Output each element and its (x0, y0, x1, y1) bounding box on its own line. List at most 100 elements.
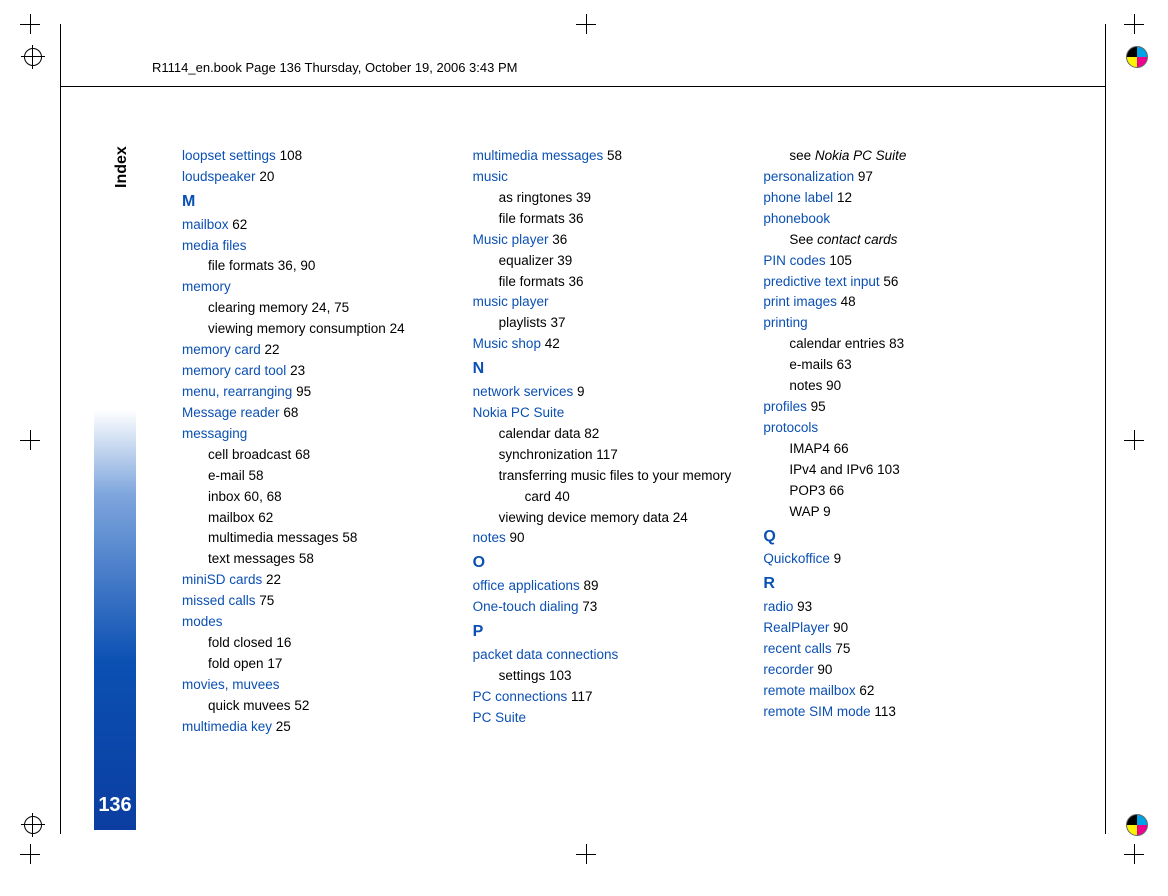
index-col-3: see Nokia PC Suite personalization 97 ph… (763, 146, 1042, 738)
idx-recorder[interactable]: recorder (763, 662, 813, 677)
idx-predictive-text[interactable]: predictive text input (763, 274, 879, 289)
idx-network-services[interactable]: network services (473, 384, 574, 399)
idx-memory-viewing: viewing memory consumption (208, 321, 386, 336)
pg: 63 (837, 357, 852, 372)
idx-minisd[interactable]: miniSD cards (182, 572, 262, 587)
idx-memory-card-tool[interactable]: memory card tool (182, 363, 286, 378)
idx-media-files[interactable]: media files (182, 238, 247, 253)
pg: 66 (829, 483, 844, 498)
idx-loopset-settings[interactable]: loopset settings (182, 148, 276, 163)
idx-letter-p: P (473, 620, 752, 645)
idx-message-reader[interactable]: Message reader (182, 405, 280, 420)
idx-office-apps[interactable]: office applications (473, 578, 580, 593)
section-tab-index: Index (108, 145, 136, 190)
idx-music[interactable]: music (473, 169, 508, 184)
pg: 90 (826, 378, 841, 393)
idx-notes[interactable]: notes (473, 530, 506, 545)
pg: 103 (877, 462, 900, 477)
idx-music-player-lc[interactable]: music player (473, 294, 549, 309)
idx-multimedia-key[interactable]: multimedia key (182, 719, 272, 734)
idx-menu-rearranging[interactable]: menu, rearranging (182, 384, 292, 399)
pg: 42 (545, 336, 560, 351)
pg: 73 (582, 599, 597, 614)
idx-print-notes: notes (789, 378, 822, 393)
idx-letter-o: O (473, 551, 752, 576)
idx-realplayer[interactable]: RealPlayer (763, 620, 829, 635)
idx-printing[interactable]: printing (763, 315, 807, 330)
idx-phonebook[interactable]: phonebook (763, 211, 830, 226)
idx-npc-transfer: transferring music files to your memory … (499, 468, 732, 504)
idx-protocols[interactable]: protocols (763, 420, 818, 435)
pg: 60, 68 (244, 489, 282, 504)
idx-packet-data[interactable]: packet data connections (473, 647, 619, 662)
idx-print-emails: e-mails (789, 357, 833, 372)
pg: 62 (258, 510, 273, 525)
pg: 58 (249, 468, 264, 483)
pg: 58 (607, 148, 622, 163)
pg: 9 (577, 384, 585, 399)
pg: 68 (295, 447, 310, 462)
idx-phone-label[interactable]: phone label (763, 190, 833, 205)
idx-nokia-pc-suite[interactable]: Nokia PC Suite (473, 405, 565, 420)
idx-personalization[interactable]: personalization (763, 169, 854, 184)
idx-npc-calendar-data: calendar data (499, 426, 581, 441)
idx-music-player-cap[interactable]: Music player (473, 232, 549, 247)
pg: 40 (555, 489, 570, 504)
idx-print-images[interactable]: print images (763, 294, 837, 309)
idx-modes[interactable]: modes (182, 614, 223, 629)
idx-loudspeaker[interactable]: loudspeaker (182, 169, 256, 184)
pg: 20 (259, 169, 274, 184)
pg: 17 (267, 656, 282, 671)
idx-multimedia-messages[interactable]: multimedia messages (473, 148, 604, 163)
idx-remote-mailbox[interactable]: remote mailbox (763, 683, 855, 698)
pg: 58 (342, 530, 357, 545)
pg: 113 (874, 704, 896, 719)
pg: 39 (557, 253, 572, 268)
idx-pc-connections[interactable]: PC connections (473, 689, 568, 704)
pg: 103 (549, 668, 572, 683)
pg: 22 (266, 572, 281, 587)
pg: 62 (232, 217, 247, 232)
idx-npc-sync: synchronization (499, 447, 593, 462)
idx-music-shop[interactable]: Music shop (473, 336, 541, 351)
pg: 36 (552, 232, 567, 247)
idx-quickoffice[interactable]: Quickoffice (763, 551, 830, 566)
idx-one-touch-dialing[interactable]: One-touch dialing (473, 599, 579, 614)
idx-music-file-formats: file formats (499, 211, 565, 226)
pg: 39 (576, 190, 591, 205)
pg: 36 (568, 274, 583, 289)
idx-equalizer: equalizer (499, 253, 554, 268)
idx-pc-suite[interactable]: PC Suite (473, 710, 526, 725)
idx-mailbox[interactable]: mailbox (182, 217, 229, 232)
pg: 108 (280, 148, 303, 163)
idx-remote-sim-mode[interactable]: remote SIM mode (763, 704, 870, 719)
idx-pin-codes[interactable]: PIN codes (763, 253, 825, 268)
pg: 97 (858, 169, 873, 184)
idx-npc-view-memory: viewing device memory data (499, 510, 669, 525)
idx-msg-email: e-mail (208, 468, 245, 483)
pg: 37 (550, 315, 565, 330)
pg: 58 (299, 551, 314, 566)
idx-memory-clearing: clearing memory (208, 300, 308, 315)
idx-memory-card[interactable]: memory card (182, 342, 261, 357)
idx-messaging[interactable]: messaging (182, 426, 247, 441)
idx-memory[interactable]: memory (182, 279, 231, 294)
idx-missed-calls[interactable]: missed calls (182, 593, 256, 608)
pg: 36, 90 (278, 258, 316, 273)
side-color-strip (94, 410, 136, 830)
pg: 24 (390, 321, 405, 336)
idx-recent-calls[interactable]: recent calls (763, 641, 831, 656)
idx-msg-text: text messages (208, 551, 295, 566)
idx-radio[interactable]: radio (763, 599, 793, 614)
pg: 82 (584, 426, 599, 441)
idx-letter-n: N (473, 357, 752, 382)
pg: 16 (276, 635, 291, 650)
pg: 68 (283, 405, 298, 420)
idx-profiles[interactable]: profiles (763, 399, 807, 414)
pg: 83 (889, 336, 904, 351)
idx-movies-muvees[interactable]: movies, muvees (182, 677, 280, 692)
idx-msg-mailbox: mailbox (208, 510, 255, 525)
idx-see: see (789, 148, 815, 163)
pg: 75 (835, 641, 850, 656)
idx-ipv4-ipv6: IPv4 and IPv6 (789, 462, 873, 477)
